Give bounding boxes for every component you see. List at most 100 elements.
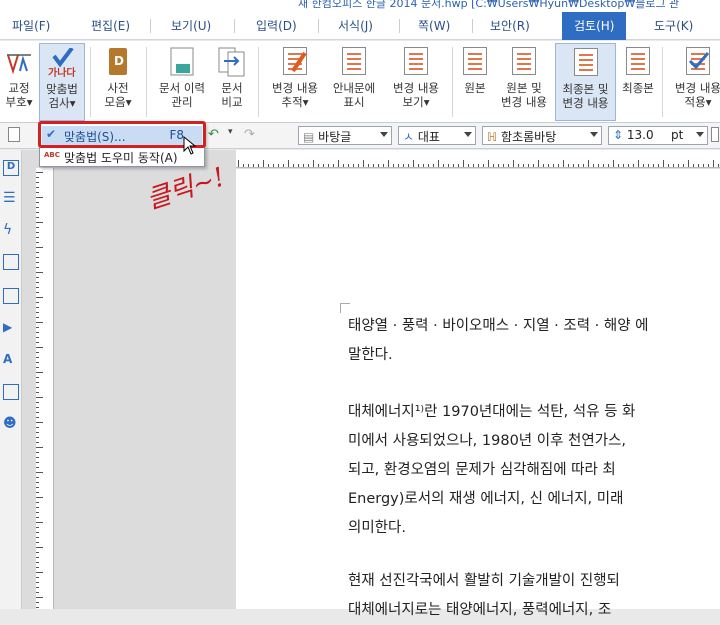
menu-security[interactable]: 보안(R) [490,17,530,34]
text-style-icon[interactable]: A [3,352,19,368]
original-icon [461,47,489,77]
bookmark-icon[interactable] [3,384,19,400]
document-paragraph[interactable]: 현재 선진각국에서 활발히 기술개발이 진행되 대체에너지로는 태양에너지, 풍… [348,567,620,625]
original-button[interactable]: 원본 [456,43,494,121]
ruler-tick [36,342,39,343]
ruler-tick [268,164,269,167]
ruler-tick [573,164,574,167]
menu-view[interactable]: 보기(U) [171,17,211,34]
final-button[interactable]: 최종본 [618,43,658,121]
style-select[interactable]: ▤ 바탕글 [298,126,392,145]
ruler-tick [36,522,43,523]
dictionary-button[interactable]: D 사전 모음▾ [96,43,140,121]
vertical-ruler[interactable] [36,168,54,609]
ruler-tick [36,332,39,333]
ruler-tick [36,257,39,258]
more-tools-icon[interactable] [711,127,719,142]
final-and-changes-button[interactable]: 최종본 및 변경 내용 [555,43,616,121]
ruler-tick [293,164,294,167]
person-icon[interactable]: ☻ [3,416,19,432]
menu-review[interactable]: 검토(H) [562,12,627,40]
document-paragraph[interactable]: 태양열 · 풍력 · 바이오매스 · 지열 · 조력 · 해양 에 말한다. [348,312,649,370]
ruler-tick [553,164,554,167]
compare-button[interactable]: 문서 비교 [214,43,250,121]
font-size-select[interactable]: ⇕ 13.0 pt [608,126,708,145]
ruler-tick [393,164,394,167]
menu-format[interactable]: 서식(J) [338,17,373,34]
list-icon[interactable]: ☰ [3,190,19,206]
menu-page[interactable]: 쪽(W) [418,17,450,34]
text-line: 대체에너지로는 태양에너지, 풍력에너지, 조 [348,602,612,618]
menu-tools[interactable]: 도구(K) [654,17,693,34]
balloon-button[interactable]: 안내문에 표시 [328,43,380,121]
ruler-tick [363,160,364,167]
track-changes-button[interactable]: 변경 내용 추적▾ [264,43,326,121]
ruler-tick [36,292,39,293]
ruler-tick [36,407,39,408]
ruler-tick [36,172,43,173]
view-changes-button[interactable]: 변경 내용 보기▾ [384,43,448,121]
view-changes-label-2: 보기▾ [402,95,430,109]
ruler-tick [593,164,594,167]
document-paragraph[interactable]: 대체에너지¹⁾란 1970년대에는 석탄, 석유 등 화 미에서 사용되었으나,… [348,398,635,543]
ruler-tick [408,164,409,167]
doc-mode-icon[interactable]: D [3,160,19,176]
ribbon-separator [146,47,147,117]
ruler-tick [36,437,39,438]
original-and-changes-button[interactable]: 원본 및 변경 내용 [496,43,552,121]
final-changes-label: 최종본 및 [562,82,609,96]
apply-changes-label-2: 적용▾ [684,95,712,109]
menu-edit[interactable]: 편집(E) [91,17,130,34]
clipboard-icon[interactable] [3,288,19,304]
ruler-tick [36,442,39,443]
undo-icon[interactable]: ↶ [208,127,219,142]
original-label: 원본 [464,81,486,95]
ruler-tick [36,597,43,598]
ruler-tick [36,572,43,573]
ruler-tick [36,232,39,233]
spellcheck-helper-menu-item[interactable]: ABC 맞춤법 도우미 동작(A) [42,147,202,166]
ruler-tick [658,164,659,167]
proofread-button[interactable]: 교정 부호▾ [0,43,38,121]
new-document-icon[interactable] [8,127,20,142]
menu-file[interactable]: 파일(F) [12,17,50,34]
redo-icon[interactable]: ↷ [244,127,255,142]
undo-dropdown-icon[interactable]: ▾ [228,127,233,137]
spellcheck-button[interactable]: 가나다 맞춤법 검사▾ [39,43,85,121]
text-line: 현재 선진각국에서 활발히 기술개발이 진행되 [348,573,620,589]
page-icon[interactable] [3,254,19,270]
lightning-icon[interactable]: ϟ [3,222,19,238]
play-icon[interactable]: ▶ [3,320,19,336]
ruler-tick [36,492,39,493]
document-page[interactable] [236,169,720,609]
spellcheck-helper-label: 맞춤법 도우미 동작(A) [64,151,178,165]
document-history-button[interactable]: 문서 이력 관리 [152,43,212,121]
spellcheck-label: 맞춤법 [46,82,78,96]
ruler-tick [368,164,369,167]
ruler-tick [273,164,274,167]
language-select[interactable]: ㅅ 대표 [398,126,476,145]
ruler-tick [343,164,344,167]
ruler-tick [36,577,39,578]
apply-changes-button[interactable]: 변경 내용 적용▾ [670,43,720,121]
view-changes-icon [402,47,430,77]
language-icon: ㅅ [403,130,415,144]
ruler-tick [288,160,289,167]
ruler-tick [36,377,39,378]
font-select[interactable]: ℍ 함초롬바탕 [482,126,602,145]
horizontal-ruler[interactable] [236,150,720,168]
ruler-tick [36,537,39,538]
ruler-tick [653,164,654,167]
menu-insert[interactable]: 입력(D) [256,17,297,34]
final-icon [624,47,652,77]
ruler-tick [36,367,39,368]
ruler-tick [36,467,39,468]
ruler-tick [36,217,39,218]
ruler-tick [398,164,399,167]
ruler-tick [298,164,299,167]
dictionary-label: 사전 [107,81,129,95]
ruler-tick [403,164,404,167]
ruler-tick [628,164,629,167]
ruler-tick [36,547,43,548]
ruler-tick [618,164,619,167]
